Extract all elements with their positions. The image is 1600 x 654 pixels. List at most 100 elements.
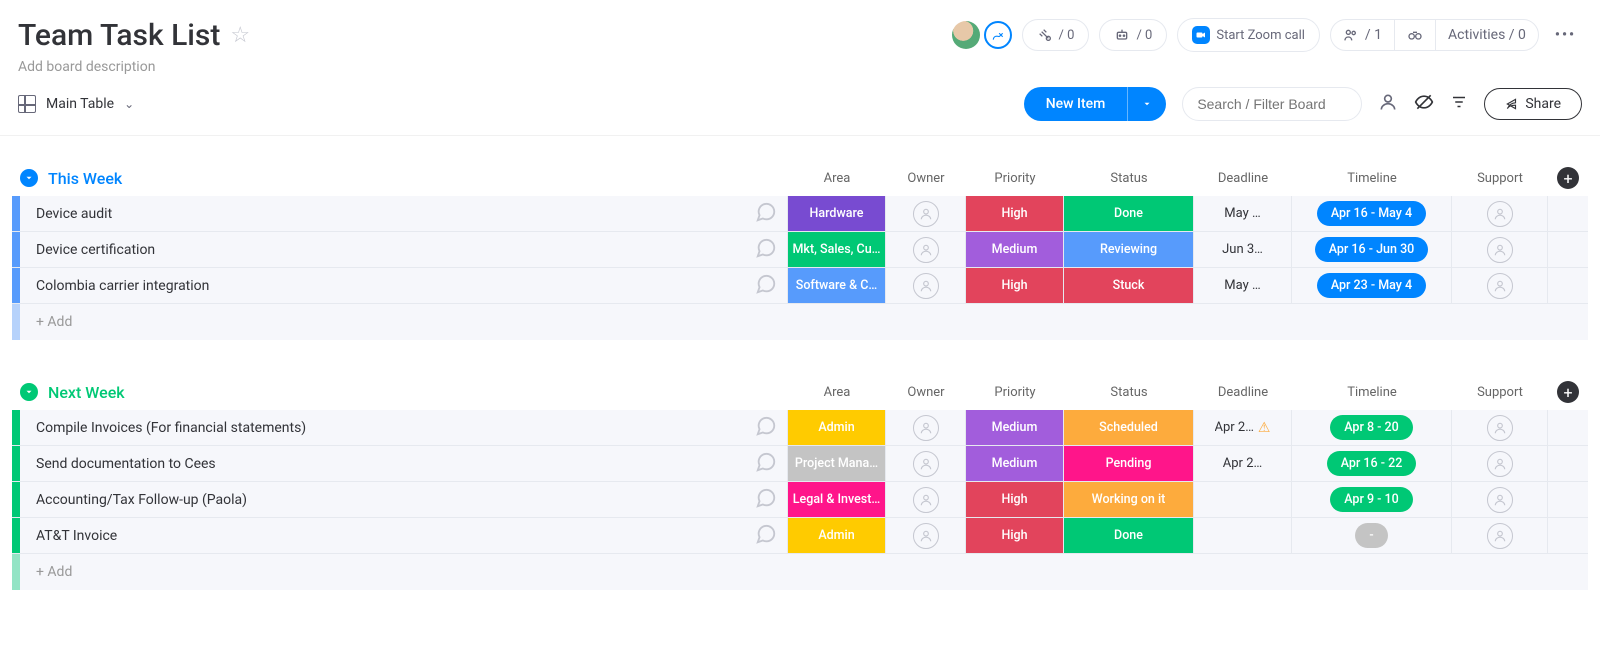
person-icon[interactable]: [913, 415, 939, 441]
column-header[interactable]: Area: [788, 380, 886, 404]
area-cell[interactable]: Project Mana…: [788, 446, 885, 481]
column-header[interactable]: Owner: [886, 166, 966, 190]
deadline-cell[interactable]: May …: [1194, 196, 1292, 231]
person-icon[interactable]: [1487, 523, 1513, 549]
column-header[interactable]: Deadline: [1194, 166, 1292, 190]
chat-icon[interactable]: [755, 451, 777, 477]
priority-cell[interactable]: Medium: [966, 446, 1063, 481]
collapse-toggle-icon[interactable]: [20, 383, 38, 401]
timeline-pill[interactable]: Apr 16 - May 4: [1317, 201, 1426, 226]
person-filter-icon[interactable]: [1378, 92, 1398, 116]
item-name[interactable]: Send documentation to Cees: [36, 456, 216, 472]
table-row[interactable]: Accounting/Tax Follow-up (Paola)Legal & …: [12, 482, 1588, 518]
deadline-cell[interactable]: May …: [1194, 268, 1292, 303]
person-icon[interactable]: [913, 523, 939, 549]
timeline-pill[interactable]: -: [1355, 523, 1387, 548]
timeline-pill[interactable]: Apr 8 - 20: [1330, 415, 1413, 440]
table-row[interactable]: Send documentation to Cees Project Mana… M…: [12, 446, 1588, 482]
add-column-icon[interactable]: +: [1557, 167, 1579, 189]
status-cell[interactable]: Stuck: [1064, 268, 1193, 303]
status-cell[interactable]: Done: [1064, 518, 1193, 553]
person-icon[interactable]: [913, 273, 939, 299]
person-icon[interactable]: [1487, 487, 1513, 513]
person-icon[interactable]: [913, 487, 939, 513]
add-column-icon[interactable]: +: [1557, 381, 1579, 403]
deadline-cell[interactable]: Apr 2…: [1194, 446, 1292, 481]
priority-cell[interactable]: Medium: [966, 410, 1063, 445]
priority-cell[interactable]: High: [966, 482, 1063, 517]
column-header[interactable]: Status: [1064, 166, 1194, 190]
person-icon[interactable]: [1487, 237, 1513, 263]
timeline-pill[interactable]: Apr 9 - 10: [1330, 487, 1413, 512]
area-cell[interactable]: Mkt, Sales, Cu…: [788, 232, 885, 267]
timeline-pill[interactable]: Apr 16 - Jun 30: [1315, 237, 1429, 262]
sort-icon[interactable]: [1450, 93, 1468, 115]
members-button[interactable]: / 1: [1331, 20, 1394, 50]
column-header[interactable]: Support: [1452, 166, 1548, 190]
timeline-pill[interactable]: Apr 16 - 22: [1327, 451, 1417, 476]
invite-icon[interactable]: [984, 21, 1012, 49]
item-name[interactable]: Device certification: [36, 242, 155, 258]
priority-cell[interactable]: Medium: [966, 232, 1063, 267]
deadline-cell[interactable]: Jun 3…: [1194, 232, 1292, 267]
status-cell[interactable]: Done: [1064, 196, 1193, 231]
person-icon[interactable]: [913, 451, 939, 477]
last-seen-button[interactable]: [1394, 20, 1435, 50]
person-icon[interactable]: [913, 201, 939, 227]
column-header[interactable]: Deadline: [1194, 380, 1292, 404]
hide-columns-icon[interactable]: [1414, 92, 1434, 116]
activities-button[interactable]: Activities / 0: [1435, 20, 1538, 50]
board-description[interactable]: Add board description: [18, 59, 250, 75]
priority-cell[interactable]: High: [966, 196, 1063, 231]
new-item-button[interactable]: New Item: [1024, 87, 1167, 121]
person-icon[interactable]: [1487, 451, 1513, 477]
item-name[interactable]: Colombia carrier integration: [36, 278, 209, 294]
collapse-toggle-icon[interactable]: [20, 169, 38, 187]
table-row[interactable]: AT&T Invoice Admin HighDone -: [12, 518, 1588, 554]
area-cell[interactable]: Admin: [788, 518, 885, 553]
deadline-cell[interactable]: Apr 2…⚠: [1194, 410, 1292, 445]
share-button[interactable]: Share: [1484, 88, 1582, 120]
timeline-pill[interactable]: Apr 23 - May 4: [1317, 273, 1426, 298]
item-name[interactable]: AT&T Invoice: [36, 528, 117, 544]
item-name[interactable]: Accounting/Tax Follow-up (Paola): [36, 492, 247, 508]
person-icon[interactable]: [913, 237, 939, 263]
status-cell[interactable]: Reviewing: [1064, 232, 1193, 267]
avatar[interactable]: [952, 21, 980, 49]
integrations-button[interactable]: / 0: [1022, 19, 1090, 51]
view-selector[interactable]: Main Table ⌄: [18, 95, 134, 113]
priority-cell[interactable]: High: [966, 518, 1063, 553]
chat-icon[interactable]: [755, 487, 777, 513]
more-menu-icon[interactable]: •••: [1549, 21, 1582, 49]
chat-icon[interactable]: [755, 201, 777, 227]
item-name[interactable]: Compile Invoices (For financial statemen…: [36, 420, 306, 436]
deadline-cell[interactable]: [1194, 482, 1292, 517]
person-icon[interactable]: [1487, 415, 1513, 441]
priority-cell[interactable]: High: [966, 268, 1063, 303]
add-item-label[interactable]: + Add: [20, 554, 744, 590]
status-cell[interactable]: Scheduled: [1064, 410, 1193, 445]
new-item-dropdown[interactable]: [1127, 87, 1166, 121]
favorite-star-icon[interactable]: ☆: [230, 23, 250, 48]
column-header[interactable]: Priority: [966, 166, 1064, 190]
add-item-label[interactable]: + Add: [20, 304, 744, 340]
column-header[interactable]: Area: [788, 166, 886, 190]
column-header[interactable]: Status: [1064, 380, 1194, 404]
status-cell[interactable]: Pending: [1064, 446, 1193, 481]
column-header[interactable]: Timeline: [1292, 166, 1452, 190]
status-cell[interactable]: Working on it: [1064, 482, 1193, 517]
deadline-cell[interactable]: [1194, 518, 1292, 553]
chat-icon[interactable]: [755, 273, 777, 299]
board-title[interactable]: Team Task List: [18, 18, 220, 53]
area-cell[interactable]: Admin: [788, 410, 885, 445]
group-title[interactable]: Next Week: [48, 383, 125, 402]
column-header[interactable]: Priority: [966, 380, 1064, 404]
search-input[interactable]: [1182, 87, 1362, 121]
person-icon[interactable]: [1487, 273, 1513, 299]
chat-icon[interactable]: [755, 523, 777, 549]
area-cell[interactable]: Hardware: [788, 196, 885, 231]
person-icon[interactable]: [1487, 201, 1513, 227]
table-row[interactable]: Device audit Hardware HighDoneMay … Apr 16 …: [12, 196, 1588, 232]
add-item-row[interactable]: + Add: [12, 304, 1588, 340]
item-name[interactable]: Device audit: [36, 206, 112, 222]
